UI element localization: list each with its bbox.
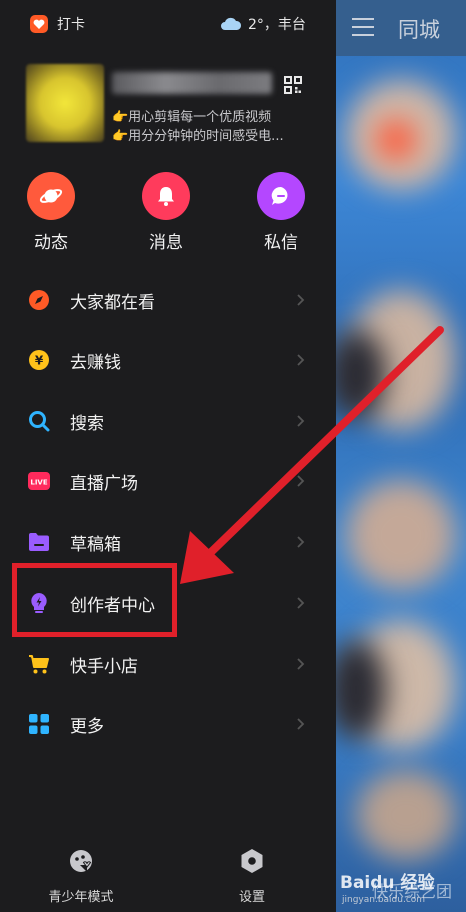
chevron-right-icon [297, 718, 305, 730]
menu-label: 搜索 [70, 413, 104, 434]
teen-mode-button[interactable]: 青少年模式 [36, 848, 126, 905]
planet-icon [27, 172, 75, 220]
compass-icon [28, 289, 50, 311]
watermark-overlay-text: 快乐综艺团 [372, 882, 453, 901]
menu-item-shop[interactable]: 快手小店 [0, 634, 336, 694]
cloud-icon [221, 17, 242, 30]
chevron-right-icon [297, 415, 305, 427]
teen-mode-label: 青少年模式 [48, 890, 114, 905]
quick-action-dm[interactable]: 私信 [246, 172, 316, 253]
side-drawer: 打卡 2°，丰台 👉用心剪辑每一个优质视频 👉用分分钟钟的时间感受电... 动态 [0, 0, 336, 912]
settings-button[interactable]: 设置 [212, 848, 292, 905]
weather-text: 2°，丰台 [248, 17, 306, 33]
grid-icon [28, 713, 50, 735]
chevron-right-icon [297, 536, 305, 548]
menu-item-earn[interactable]: ¥ 去赚钱 [0, 330, 336, 390]
avatar[interactable] [26, 64, 104, 142]
menu-label: 直播广场 [70, 473, 138, 494]
chevron-right-icon [297, 294, 305, 306]
menu-label: 大家都在看 [70, 292, 155, 313]
chat-icon [257, 172, 305, 220]
folder-icon [28, 531, 50, 553]
menu-item-search[interactable]: 搜索 [0, 391, 336, 451]
username-redacted[interactable] [112, 72, 272, 94]
live-badge-text: LIVE [30, 479, 47, 487]
svg-text:¥: ¥ [35, 354, 44, 368]
bio-line: 👉用分分钟钟的时间感受电... [112, 129, 284, 144]
quick-action-feed[interactable]: 动态 [16, 172, 86, 253]
menu-label: 更多 [70, 716, 104, 737]
quick-action-label: 动态 [34, 233, 68, 253]
checkin-entry[interactable]: 打卡 [30, 14, 85, 34]
bell-icon [142, 172, 190, 220]
highlight-annotation [12, 563, 177, 637]
live-icon: LIVE [28, 470, 50, 492]
chevron-right-icon [297, 658, 305, 670]
cart-icon [28, 653, 50, 675]
chevron-right-icon [297, 354, 305, 366]
qr-code-icon[interactable] [284, 76, 302, 94]
bio-line: 👉用心剪辑每一个优质视频 [112, 110, 272, 125]
settings-label: 设置 [238, 890, 265, 905]
yen-icon: ¥ [28, 349, 50, 371]
quick-action-messages[interactable]: 消息 [131, 172, 201, 253]
menu-label: 去赚钱 [70, 352, 121, 373]
checkin-label: 打卡 [57, 17, 85, 33]
quick-action-label: 消息 [149, 233, 183, 253]
feed-background [336, 0, 466, 912]
checkin-icon [30, 15, 48, 33]
menu-item-trending[interactable]: 大家都在看 [0, 270, 336, 330]
quick-action-label: 私信 [264, 233, 298, 253]
chevron-right-icon [297, 597, 305, 609]
menu-label: 草稿箱 [70, 534, 121, 555]
teen-mode-icon [70, 850, 92, 872]
menu-icon[interactable] [352, 18, 374, 36]
settings-icon [241, 849, 263, 873]
chevron-right-icon [297, 475, 305, 487]
weather-widget: 2°，丰台 [220, 14, 306, 34]
tab-nearby[interactable]: 同城 [398, 14, 440, 44]
menu-label: 快手小店 [70, 656, 138, 677]
menu-item-live[interactable]: LIVE 直播广场 [0, 451, 336, 511]
menu-item-more[interactable]: 更多 [0, 694, 336, 754]
search-icon [28, 410, 50, 432]
